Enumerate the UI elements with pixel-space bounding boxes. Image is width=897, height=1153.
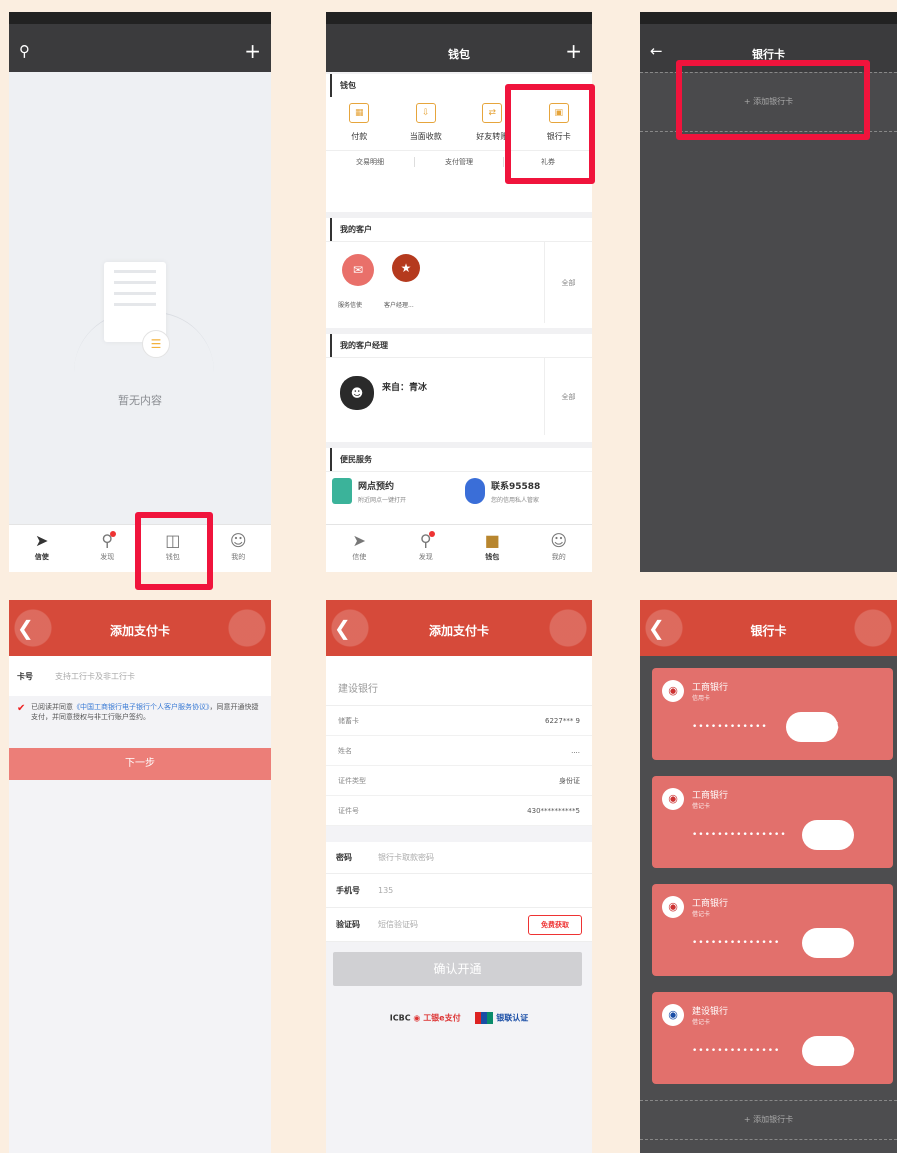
phone-icon [332,478,352,504]
next-button[interactable]: 下一步 [9,748,271,780]
services-section: 便民服务 网点预约 附近网点一键打开 联系95588 您的信用私人管家 [326,448,592,528]
add-payment-card-screen: ❮ 添加支付卡 卡号 支持工行卡及非工行卡 ✔ 已阅读并同意《中国工商银行电子银… [9,600,271,1153]
payment-settings-link[interactable]: 支付管理 [415,157,504,167]
checkbox-icon[interactable]: ✔ [17,704,25,714]
highlight-bank-card [505,84,595,184]
customers-section: 我的客户 ✉ ★ 服务信使 客户经理... 全部 [326,218,592,328]
tab-messenger[interactable]: ➤ 信使 [326,525,393,572]
card-number-row: 卡号 支持工行卡及非工行卡 [9,656,271,696]
discover-icon: ⚲ [420,531,435,550]
send-icon: ➤ [352,531,366,550]
ccb-logo-icon: ◉ [662,1004,684,1026]
transfer-icon: ⇄ [482,103,503,123]
agreement: ✔ 已阅读并同意《中国工商银行电子银行个人客户服务协议》，同意开通快捷支付，并同… [17,703,259,721]
add-icon[interactable]: + [565,39,582,63]
highlight-wallet-tab [135,512,213,590]
password-row: 密码 银行卡取款密码 [326,842,592,874]
phone-row: 手机号 135 [326,874,592,908]
agent-icon [465,478,485,504]
page-title: 银行卡 [750,624,787,638]
page-title: 钱包 [448,48,470,61]
get-code-button[interactable]: 免费获取 [528,914,582,935]
top-bar: 钱包 + [326,12,592,72]
icbc-logo-icon: ◉ [662,680,684,702]
add-icon[interactable]: + [244,39,261,63]
tab-messenger[interactable]: ➤ 信使 [9,525,75,572]
messenger-empty-screen: ⚲ + ☰ 暂无内容 ➤ 信使 ⚲ 发现 ◫ 钱包 ☺ 我的 [9,12,271,572]
receive-icon: ⇩ [415,103,436,123]
id-type-row: 证件类型 身份证 [326,766,592,796]
phone-input[interactable]: 135 [378,886,582,895]
card-type-row: 储蓄卡 6227*** 9 [326,706,592,736]
add-payment-card-form-screen: ❮ 添加支付卡 建设银行 储蓄卡 6227*** 9 姓名.... 证件类型 身份证… [326,600,592,1153]
password-input[interactable]: 银行卡取款密码 [378,852,582,863]
icbc-logo-icon: ◉ [662,896,684,918]
discover-icon: ⚲ [101,531,117,550]
code-input[interactable]: 短信验证码 [378,919,528,930]
bank-card[interactable]: ◉ 工商银行 信用卡 •••••••••••• 6 [652,668,893,760]
search-icon[interactable]: ⚲ [19,42,30,60]
chat-bubble-icon: ☰ [142,330,170,358]
add-bank-card-button[interactable]: + 添加银行卡 [640,1100,897,1140]
all-managers-link[interactable]: 全部 [544,358,592,435]
pay-button[interactable]: ▦ 付款 [326,103,393,142]
wallet-icon: ■ [484,531,500,550]
bank-card[interactable]: ◉ 工商银行 借记卡 ••••••••••••••• [652,776,893,868]
top-bar: ❮ 添加支付卡 [326,600,592,656]
manager-section: 我的客户经理 ☻ 来自：青冰 全部 [326,334,592,442]
bank-cards-list-screen: ❮ 银行卡 ◉ 工商银行 信用卡 •••••••••••• 6 ◉ 工商银行 借记卡… [640,600,897,1153]
tab-me[interactable]: ☺ 我的 [526,525,593,572]
icbc-logo-icon: ◉ [662,788,684,810]
send-icon: ➤ [35,531,49,550]
bank-card[interactable]: ◉ 建设银行 借记卡 •••••••••••••• 9 [652,992,893,1084]
qr-icon: ▦ [349,103,370,123]
all-customers-link[interactable]: 全部 [544,242,592,323]
manager-name: 来自：青冰 [382,383,428,393]
top-bar: ⚲ + [9,12,271,72]
highlight-add-card [676,60,870,140]
top-bar: ❮ 银行卡 [640,600,897,656]
id-number-row: 证件号 430**********5 [326,796,592,826]
tab-wallet[interactable]: ■ 钱包 [459,525,526,572]
empty-text: 暂无内容 [118,394,162,407]
transaction-details-link[interactable]: 交易明细 [326,157,415,167]
tab-me[interactable]: ☺ 我的 [206,525,272,572]
page-title: 添加支付卡 [428,624,489,638]
manager-avatar[interactable]: ☻ [340,376,374,410]
name-row: 姓名.... [326,736,592,766]
unionpay-icon [475,1012,494,1024]
customer-manager-avatar[interactable]: ★ [392,254,420,282]
page-title: 添加支付卡 [109,624,170,638]
confirm-button[interactable]: 确认开通 [333,952,582,986]
top-bar: ❮ 添加支付卡 [9,600,271,656]
code-row: 验证码 短信验证码 免费获取 [326,908,592,942]
bank-name: 建设银行 [326,656,592,706]
service-messenger-avatar[interactable]: ✉ [342,254,374,286]
user-icon: ☺ [550,531,568,550]
agreement-link[interactable]: 《中国工商银行电子银行个人客户服务协议》 [73,703,210,711]
tab-discover[interactable]: ⚲ 发现 [75,525,141,572]
branch-booking-item[interactable]: 网点预约 附近网点一键打开 [326,472,459,510]
bank-card[interactable]: ◉ 工商银行 借记卡 •••••••••••••• [652,884,893,976]
user-icon: ☺ [229,531,247,550]
receive-button[interactable]: ⇩ 当面收款 [393,103,460,142]
tab-bar: ➤ 信使 ⚲ 发现 ■ 钱包 ☺ 我的 [326,524,592,572]
tab-discover[interactable]: ⚲ 发现 [393,525,460,572]
contact-95588-item[interactable]: 联系95588 您的信用私人管家 [459,472,592,510]
partner-logos: ICBC ◉ 工银e支付 银联认证 [389,1012,529,1024]
card-number-input[interactable]: 支持工行卡及非工行卡 [55,671,263,682]
